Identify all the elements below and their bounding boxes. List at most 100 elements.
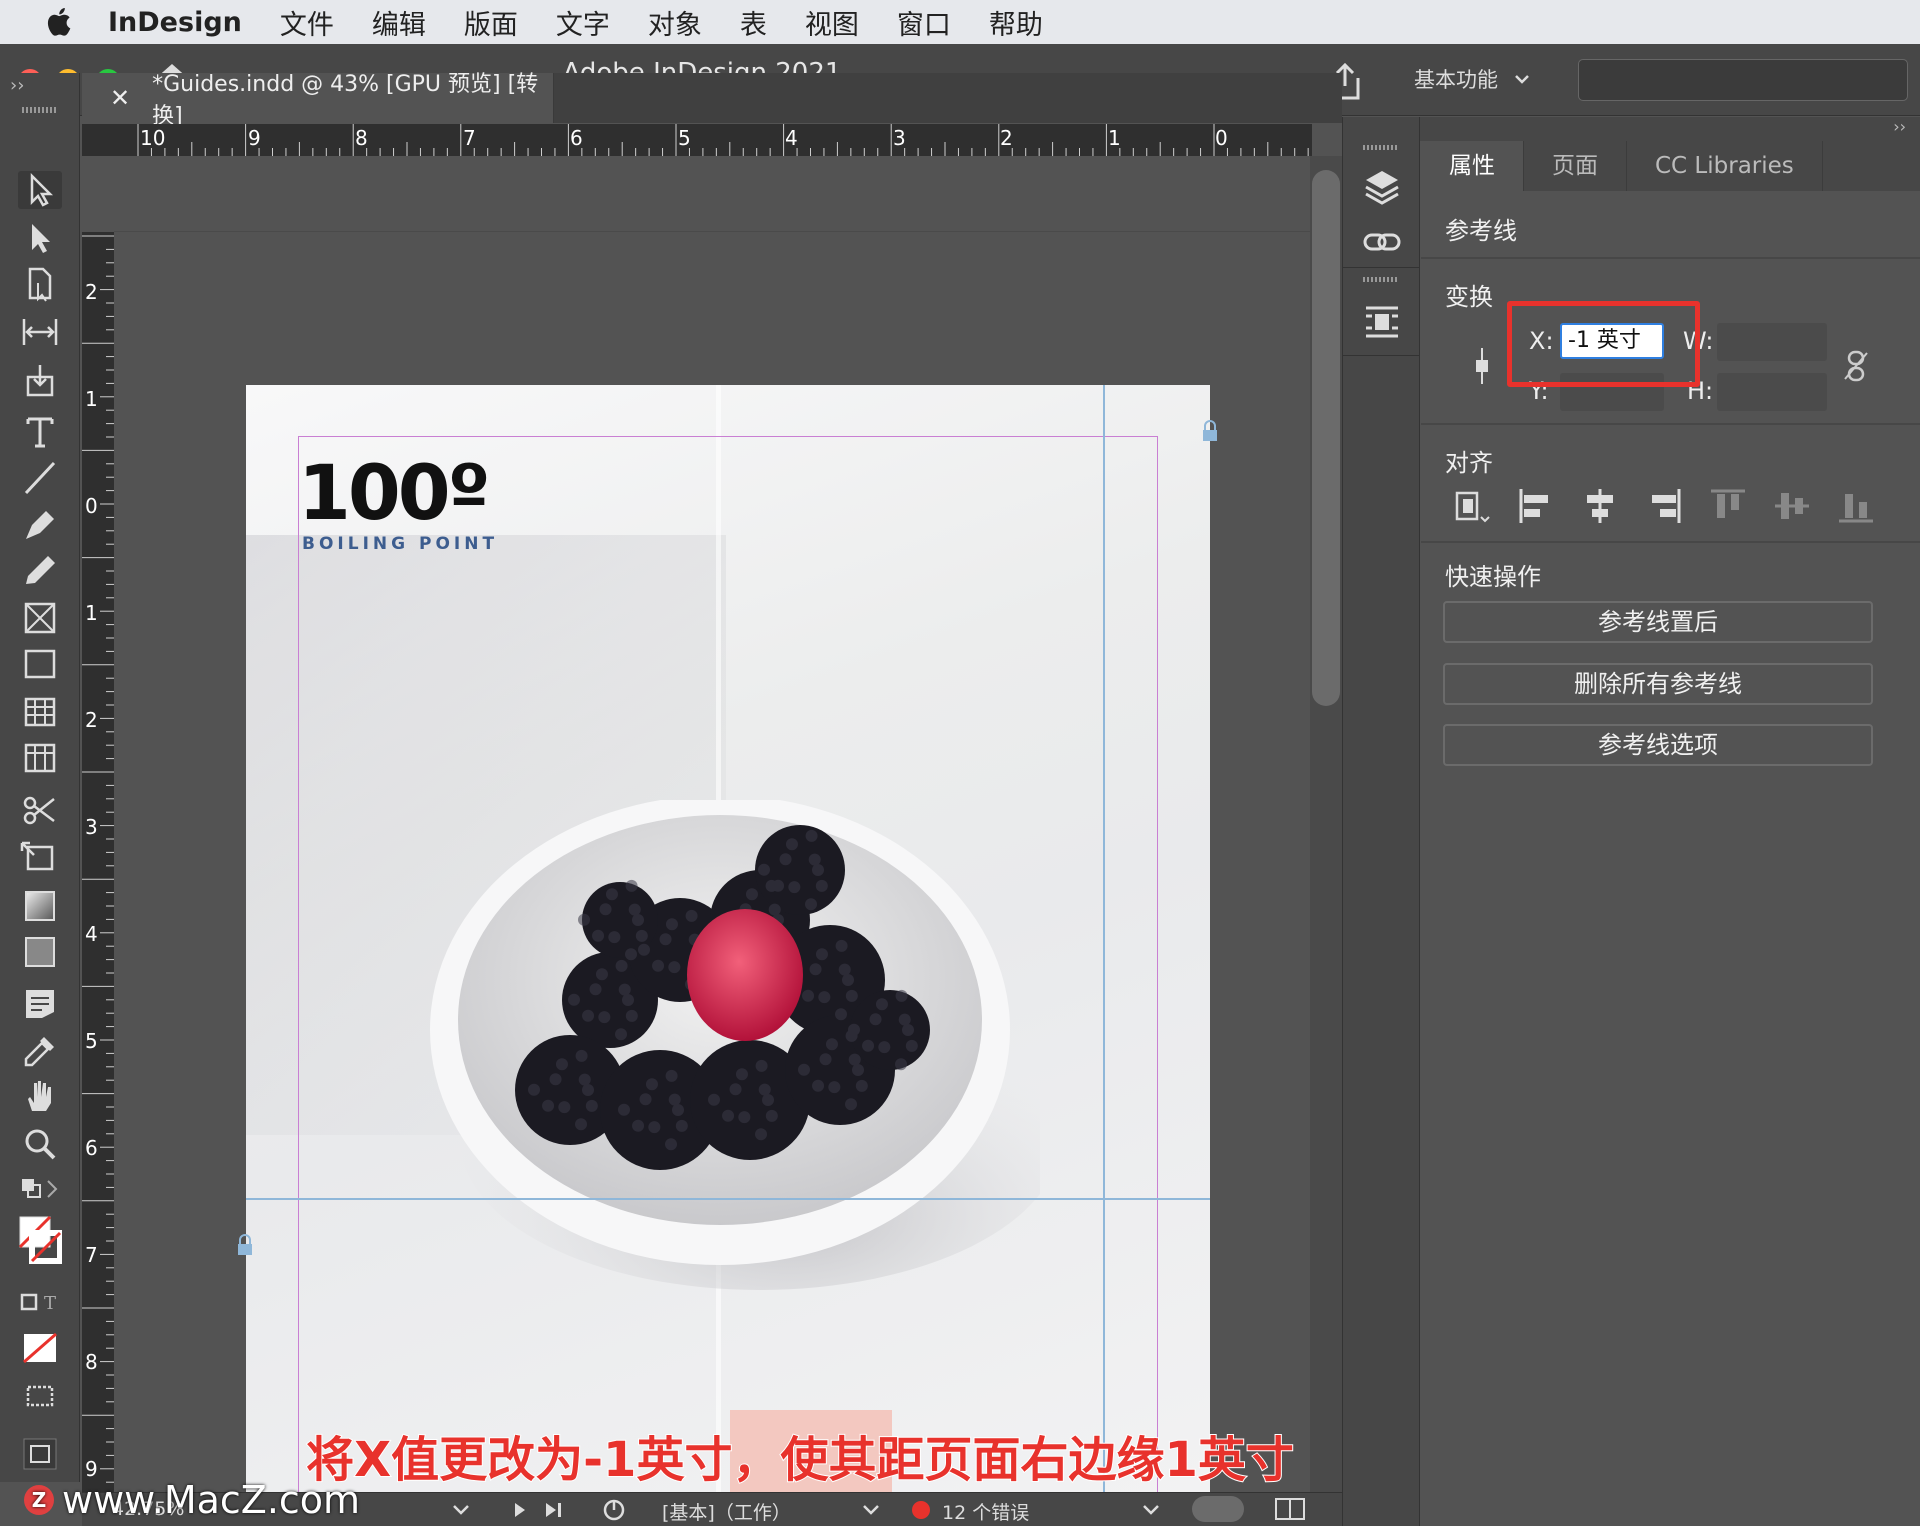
align-to-selection-icon[interactable] (1451, 485, 1493, 527)
default-colors-icon[interactable] (18, 1173, 62, 1211)
pencil-tool-icon[interactable] (18, 551, 62, 589)
text-wrap-icon[interactable] (1362, 302, 1402, 342)
align-vertical-center-icon[interactable] (1771, 485, 1813, 527)
chevron-down-icon[interactable] (862, 1503, 880, 1517)
grid-tool-icon[interactable] (18, 739, 62, 777)
align-left-icon[interactable] (1515, 485, 1557, 527)
hand-tool-icon[interactable] (18, 1077, 62, 1115)
macz-logo-icon: Z (24, 1485, 54, 1515)
ruler-ticks (82, 235, 114, 1497)
pasteboard[interactable] (114, 156, 1310, 232)
panel-grip[interactable] (22, 107, 58, 113)
ruler-label: 8 (85, 1350, 98, 1374)
menu-view[interactable]: 视图 (805, 3, 859, 42)
section-divider (1421, 257, 1920, 259)
align-top-icon[interactable] (1707, 485, 1749, 527)
fill-stroke-swatch-icon[interactable] (18, 1213, 63, 1273)
document-tab[interactable]: ✕ *Guides.indd @ 43% [GPU 预览] [转换] (82, 72, 554, 129)
align-bottom-icon[interactable] (1835, 485, 1877, 527)
menu-file[interactable]: 文件 (280, 3, 334, 42)
delete-all-guides-button[interactable]: 删除所有参考线 (1443, 663, 1873, 705)
free-transform-tool-icon[interactable] (18, 839, 62, 877)
rectangle-tool-icon[interactable] (18, 645, 62, 683)
split-view-icon[interactable] (1274, 1497, 1306, 1521)
menu-app-name[interactable]: InDesign (108, 7, 242, 38)
width-field[interactable] (1717, 323, 1827, 361)
apply-none-icon[interactable] (18, 1329, 62, 1367)
ruler-label: 10 (140, 126, 166, 150)
screen-mode-icon[interactable] (18, 1377, 62, 1415)
gradient-feather-tool-icon[interactable] (18, 933, 62, 971)
vertical-scrollbar-thumb[interactable] (1312, 170, 1340, 706)
table-tool-icon[interactable] (18, 693, 62, 731)
menu-help[interactable]: 帮助 (989, 3, 1043, 42)
reference-point-icon[interactable] (1471, 346, 1493, 386)
panel-grip[interactable] (1363, 145, 1399, 150)
eyedropper-tool-icon[interactable] (18, 1031, 62, 1069)
zoom-tool-icon[interactable] (18, 1125, 62, 1163)
menu-layout[interactable]: 版面 (464, 3, 518, 42)
lock-icon[interactable] (236, 1234, 254, 1256)
height-field[interactable] (1717, 373, 1827, 411)
rectangle-frame-tool-icon[interactable] (18, 599, 62, 637)
menu-object[interactable]: 对象 (648, 3, 702, 42)
apple-logo-icon[interactable] (38, 4, 82, 40)
vertical-ruler-guide[interactable] (1103, 385, 1105, 1502)
search-input[interactable] (1578, 59, 1908, 101)
guides-to-back-button[interactable]: 参考线置后 (1443, 601, 1873, 643)
vertical-ruler[interactable]: 2 1 0 1 2 3 4 5 6 7 8 9 (82, 232, 114, 1502)
collapse-toolbar-icon[interactable]: ›› (10, 75, 24, 96)
formatting-affects-container-icon[interactable]: T (18, 1283, 62, 1321)
workspace-label: 基本功能 (1414, 68, 1498, 92)
tab-cc-libraries[interactable]: CC Libraries (1627, 141, 1823, 191)
panel-divider (1343, 355, 1419, 356)
preflight-profile[interactable]: [基本]（工作） (662, 1498, 791, 1525)
direct-selection-tool-icon[interactable] (18, 219, 62, 257)
horizontal-ruler-guide[interactable] (246, 1198, 1210, 1200)
page-tool-icon[interactable] (18, 265, 62, 303)
svg-text:T: T (44, 1293, 56, 1314)
ruler-corner-filler (82, 156, 114, 232)
chevron-down-icon[interactable] (452, 1503, 470, 1517)
constrain-proportions-icon[interactable] (1841, 349, 1871, 383)
layers-icon[interactable] (1362, 167, 1402, 207)
tab-properties[interactable]: 属性 (1421, 141, 1524, 191)
close-document-icon[interactable]: ✕ (110, 84, 130, 112)
lock-icon[interactable] (1201, 420, 1219, 442)
horizontal-ruler[interactable]: 10 9 8 7 6 5 4 3 2 1 0 (82, 124, 1312, 156)
menu-type[interactable]: 文字 (556, 3, 610, 42)
align-right-icon[interactable] (1643, 485, 1685, 527)
ruler-ticks (137, 124, 1309, 156)
next-page-icon[interactable] (512, 1501, 528, 1519)
panel-grip[interactable] (1363, 277, 1399, 282)
chevron-down-icon (1515, 75, 1529, 84)
selection-tool-icon[interactable] (18, 171, 62, 209)
links-icon[interactable] (1362, 222, 1402, 262)
note-tool-icon[interactable] (18, 985, 62, 1023)
horizontal-scrollbar-thumb[interactable] (1192, 1496, 1244, 1522)
ruler-label: 1 (85, 601, 98, 625)
ruler-label: 9 (248, 126, 261, 150)
gradient-tool-icon[interactable] (18, 887, 62, 925)
content-collector-tool-icon[interactable] (18, 361, 62, 399)
highlight-box (1507, 301, 1700, 387)
gap-tool-icon[interactable] (18, 313, 62, 351)
type-tool-icon[interactable] (18, 413, 62, 451)
guide-options-button[interactable]: 参考线选项 (1443, 724, 1873, 766)
ruler-label: 1 (85, 387, 98, 411)
menu-edit[interactable]: 编辑 (372, 3, 426, 42)
context-title: 参考线 (1445, 217, 1517, 245)
chevron-down-icon[interactable] (1142, 1503, 1160, 1517)
workspace-switcher[interactable]: 基本功能 (1414, 64, 1530, 94)
last-page-icon[interactable] (544, 1501, 564, 1519)
error-count[interactable]: 12 个错误 (942, 1498, 1029, 1525)
pen-tool-icon[interactable] (18, 505, 62, 543)
menu-window[interactable]: 窗口 (897, 3, 951, 42)
preflight-icon[interactable] (602, 1498, 632, 1522)
line-tool-icon[interactable] (18, 459, 62, 497)
menu-table[interactable]: 表 (740, 3, 767, 42)
align-horizontal-center-icon[interactable] (1579, 485, 1621, 527)
scissors-tool-icon[interactable] (18, 791, 62, 829)
expand-dock-icon[interactable]: ›› (1893, 117, 1906, 136)
tab-pages[interactable]: 页面 (1524, 141, 1627, 191)
